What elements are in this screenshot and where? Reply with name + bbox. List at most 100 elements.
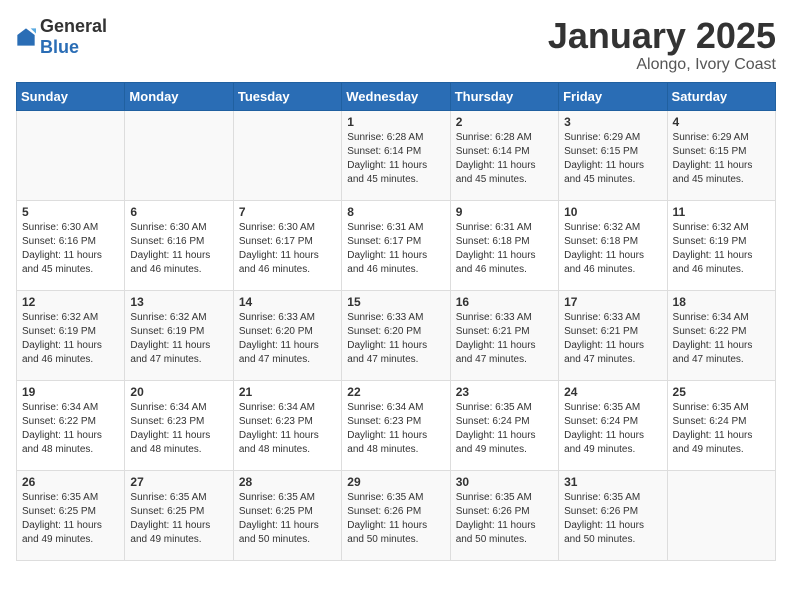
day-number: 7 [239,205,336,219]
day-content: Sunrise: 6:34 AMSunset: 6:23 PMDaylight:… [239,401,336,457]
day-number: 5 [22,205,119,219]
logo-icon [16,27,36,47]
day-content: Sunrise: 6:28 AMSunset: 6:14 PMDaylight:… [456,131,553,187]
day-content: Sunrise: 6:34 AMSunset: 6:23 PMDaylight:… [130,401,227,457]
col-header-saturday: Saturday [667,82,775,110]
calendar-cell: 29Sunrise: 6:35 AMSunset: 6:26 PMDayligh… [342,470,450,560]
calendar-cell: 31 Sunrise: 6:35 AMSunset: 6:26 PMDayligh… [559,470,667,560]
day-number: 8 [347,205,444,219]
calendar-week-5: 26 Sunrise: 6:35 AMSunset: 6:25 PMDayligh… [17,470,776,560]
day-number: 13 [130,295,227,309]
day-content: Sunrise: 6:32 AMSunset: 6:18 PMDaylight:… [564,221,661,277]
day-content: Sunrise: 6:35 AMSunset: 6:26 PMDaylight:… [564,491,661,547]
calendar-week-3: 12 Sunrise: 6:32 AMSunset: 6:19 PMDayligh… [17,290,776,380]
day-number: 1 [347,115,444,129]
day-number: 14 [239,295,336,309]
day-content: Sunrise: 6:29 AMSunset: 6:15 PMDaylight:… [673,131,770,187]
calendar-cell: 7Sunrise: 6:30 AMSunset: 6:17 PMDaylight… [233,200,341,290]
day-content: Sunrise: 6:35 AMSunset: 6:24 PMDaylight:… [564,401,661,457]
day-number: 10 [564,205,661,219]
day-number: 11 [673,205,770,219]
calendar-cell [125,110,233,200]
page-header: General Blue January 2025 Alongo, Ivory … [16,16,776,74]
day-content: Sunrise: 6:33 AMSunset: 6:21 PMDaylight:… [564,311,661,367]
day-content: Sunrise: 6:33 AMSunset: 6:20 PMDaylight:… [239,311,336,367]
col-header-friday: Friday [559,82,667,110]
calendar-cell: 23Sunrise: 6:35 AMSunset: 6:24 PMDayligh… [450,380,558,470]
day-number: 31 [564,475,661,489]
month-title: January 2025 [548,16,776,56]
calendar-cell: 15 Sunrise: 6:33 AMSunset: 6:20 PMDayligh… [342,290,450,380]
day-content: Sunrise: 6:35 AMSunset: 6:26 PMDaylight:… [456,491,553,547]
day-number: 9 [456,205,553,219]
day-content: Sunrise: 6:30 AMSunset: 6:16 PMDaylight:… [22,221,119,277]
calendar-cell: 1 Sunrise: 6:28 AMSunset: 6:14 PMDaylight… [342,110,450,200]
day-content: Sunrise: 6:34 AMSunset: 6:22 PMDaylight:… [22,401,119,457]
day-number: 12 [22,295,119,309]
day-number: 6 [130,205,227,219]
day-number: 28 [239,475,336,489]
day-number: 15 [347,295,444,309]
day-content: Sunrise: 6:33 AMSunset: 6:20 PMDaylight:… [347,311,444,367]
day-content: Sunrise: 6:31 AMSunset: 6:18 PMDaylight:… [456,221,553,277]
calendar-cell: 2 Sunrise: 6:28 AMSunset: 6:14 PMDaylight… [450,110,558,200]
day-content: Sunrise: 6:29 AMSunset: 6:15 PMDaylight:… [564,131,661,187]
calendar-cell: 12 Sunrise: 6:32 AMSunset: 6:19 PMDayligh… [17,290,125,380]
day-number: 25 [673,385,770,399]
day-content: Sunrise: 6:35 AMSunset: 6:24 PMDaylight:… [673,401,770,457]
logo: General Blue [16,16,107,58]
calendar-cell: 18 Sunrise: 6:34 AMSunset: 6:22 PMDayligh… [667,290,775,380]
day-content: Sunrise: 6:32 AMSunset: 6:19 PMDaylight:… [130,311,227,367]
calendar-table: SundayMondayTuesdayWednesdayThursdayFrid… [16,82,776,561]
calendar-header-row: SundayMondayTuesdayWednesdayThursdayFrid… [17,82,776,110]
day-number: 26 [22,475,119,489]
calendar-cell: 10 Sunrise: 6:32 AMSunset: 6:18 PMDayligh… [559,200,667,290]
calendar-cell: 6 Sunrise: 6:30 AMSunset: 6:16 PMDaylight… [125,200,233,290]
logo-text: General Blue [40,16,107,58]
day-number: 27 [130,475,227,489]
col-header-monday: Monday [125,82,233,110]
calendar-cell: 24 Sunrise: 6:35 AMSunset: 6:24 PMDayligh… [559,380,667,470]
day-number: 22 [347,385,444,399]
day-number: 19 [22,385,119,399]
day-content: Sunrise: 6:31 AMSunset: 6:17 PMDaylight:… [347,221,444,277]
day-number: 18 [673,295,770,309]
day-number: 24 [564,385,661,399]
day-content: Sunrise: 6:30 AMSunset: 6:16 PMDaylight:… [130,221,227,277]
day-content: Sunrise: 6:34 AMSunset: 6:23 PMDaylight:… [347,401,444,457]
day-content: Sunrise: 6:28 AMSunset: 6:14 PMDaylight:… [347,131,444,187]
calendar-cell: 8 Sunrise: 6:31 AMSunset: 6:17 PMDaylight… [342,200,450,290]
logo-blue: Blue [40,37,79,57]
calendar-cell: 19 Sunrise: 6:34 AMSunset: 6:22 PMDayligh… [17,380,125,470]
calendar-week-1: 1 Sunrise: 6:28 AMSunset: 6:14 PMDaylight… [17,110,776,200]
calendar-cell [667,470,775,560]
day-content: Sunrise: 6:35 AMSunset: 6:24 PMDaylight:… [456,401,553,457]
day-number: 30 [456,475,553,489]
day-number: 20 [130,385,227,399]
calendar-cell: 28Sunrise: 6:35 AMSunset: 6:25 PMDayligh… [233,470,341,560]
day-number: 21 [239,385,336,399]
calendar-cell: 20 Sunrise: 6:34 AMSunset: 6:23 PMDayligh… [125,380,233,470]
day-content: Sunrise: 6:34 AMSunset: 6:22 PMDaylight:… [673,311,770,367]
calendar-cell: 30 Sunrise: 6:35 AMSunset: 6:26 PMDayligh… [450,470,558,560]
col-header-tuesday: Tuesday [233,82,341,110]
calendar-cell: 5 Sunrise: 6:30 AMSunset: 6:16 PMDaylight… [17,200,125,290]
calendar-cell: 21 Sunrise: 6:34 AMSunset: 6:23 PMDayligh… [233,380,341,470]
calendar-week-2: 5 Sunrise: 6:30 AMSunset: 6:16 PMDaylight… [17,200,776,290]
calendar-cell: 4Sunrise: 6:29 AMSunset: 6:15 PMDaylight… [667,110,775,200]
calendar-cell: 26 Sunrise: 6:35 AMSunset: 6:25 PMDayligh… [17,470,125,560]
calendar-cell: 17 Sunrise: 6:33 AMSunset: 6:21 PMDayligh… [559,290,667,380]
col-header-wednesday: Wednesday [342,82,450,110]
day-content: Sunrise: 6:32 AMSunset: 6:19 PMDaylight:… [22,311,119,367]
calendar-cell: 14 Sunrise: 6:33 AMSunset: 6:20 PMDayligh… [233,290,341,380]
day-content: Sunrise: 6:35 AMSunset: 6:25 PMDaylight:… [22,491,119,547]
day-number: 17 [564,295,661,309]
calendar-cell: 27 Sunrise: 6:35 AMSunset: 6:25 PMDayligh… [125,470,233,560]
location-title: Alongo, Ivory Coast [548,56,776,74]
day-content: Sunrise: 6:35 AMSunset: 6:25 PMDaylight:… [130,491,227,547]
calendar-cell: 13 Sunrise: 6:32 AMSunset: 6:19 PMDayligh… [125,290,233,380]
day-number: 3 [564,115,661,129]
calendar-cell: 22 Sunrise: 6:34 AMSunset: 6:23 PMDayligh… [342,380,450,470]
day-number: 29 [347,475,444,489]
day-number: 2 [456,115,553,129]
